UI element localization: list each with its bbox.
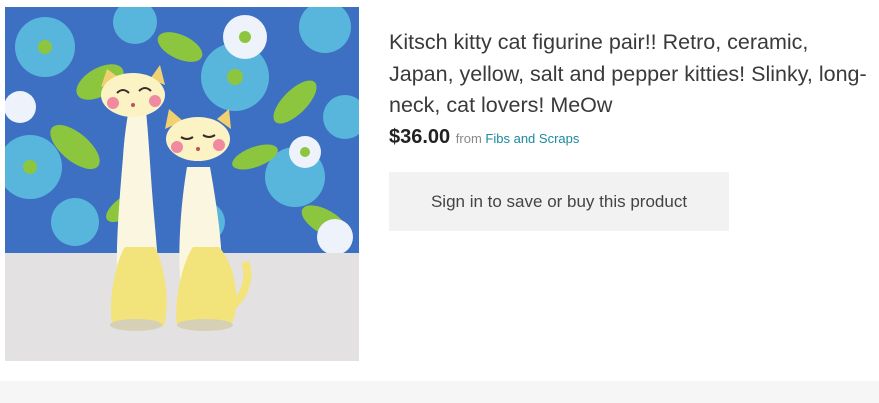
- sign-in-to-buy-button[interactable]: Sign in to save or buy this product: [389, 172, 729, 231]
- shop-link[interactable]: Fibs and Scraps: [485, 131, 579, 146]
- footer-band: [0, 381, 879, 403]
- from-label: from: [455, 130, 482, 146]
- price-row: $36.00 from Fibs and Scraps: [389, 126, 877, 149]
- cat-figurines-photo: [5, 7, 359, 361]
- product-title[interactable]: Kitsch kitty cat figurine pair!! Retro, …: [389, 27, 877, 122]
- product-image[interactable]: [5, 7, 359, 361]
- product-info: Kitsch kitty cat figurine pair!! Retro, …: [389, 27, 877, 149]
- product-price: $36.00: [389, 125, 451, 148]
